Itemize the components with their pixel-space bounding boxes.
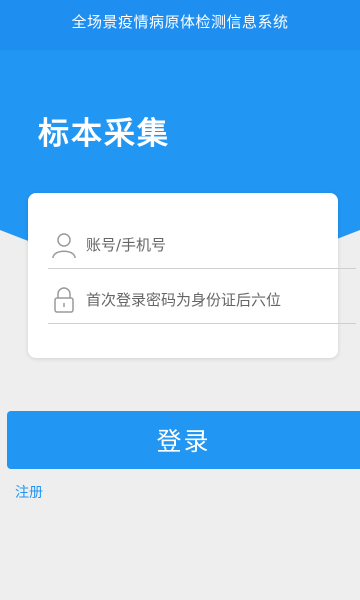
page-title: 标本采集 [38, 116, 170, 152]
password-field [48, 276, 356, 324]
account-input[interactable] [86, 225, 336, 265]
password-input[interactable] [86, 280, 336, 320]
lock-icon [50, 286, 78, 314]
account-field [48, 221, 356, 269]
app-title: 全场景疫情病原体检测信息系统 [0, 0, 360, 50]
login-button[interactable]: 登录 [7, 411, 360, 469]
register-link[interactable]: 注册 [15, 482, 43, 502]
login-card [28, 193, 356, 358]
user-icon [50, 231, 78, 259]
